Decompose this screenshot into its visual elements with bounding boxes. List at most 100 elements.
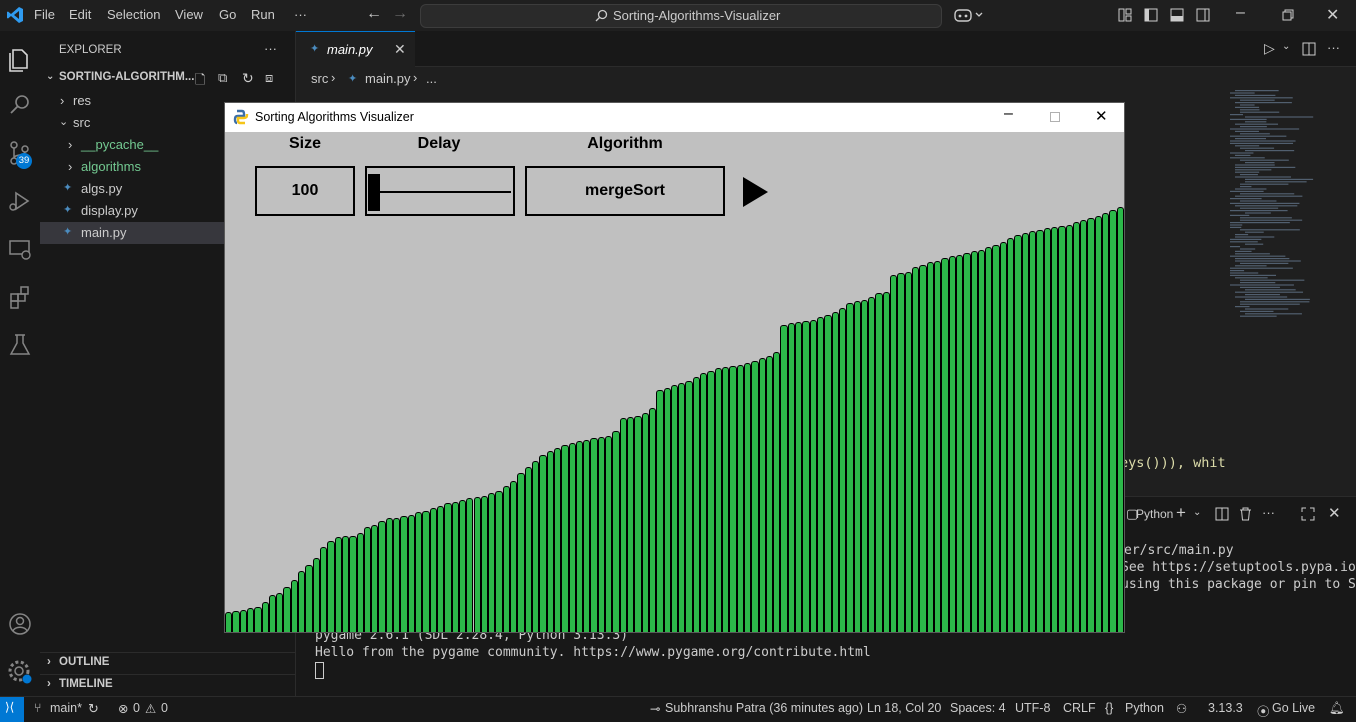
- warning-count[interactable]: 0: [161, 701, 168, 715]
- menu-go[interactable]: Go: [219, 7, 236, 22]
- end-of-line[interactable]: CRLF: [1063, 701, 1096, 715]
- run-file-icon[interactable]: ▷: [1264, 40, 1275, 57]
- activity-bar: 39: [0, 31, 41, 696]
- sort-bar: [831, 312, 839, 632]
- refresh-icon[interactable]: ↻: [242, 70, 254, 87]
- search-view-icon[interactable]: [4, 89, 36, 121]
- minimap-line: [1235, 188, 1267, 190]
- menu-run[interactable]: Run: [251, 7, 275, 22]
- remote-icon: ⟩⟨: [5, 700, 15, 714]
- minimap-line: [1230, 270, 1245, 272]
- sort-bar: [466, 498, 474, 632]
- pygame-title-bar: Sorting Algorithms Visualizer – ✕: [225, 103, 1124, 132]
- git-blame[interactable]: Subhranshu Patra (36 minutes ago): [665, 701, 863, 715]
- customize-layout-icon[interactable]: [1118, 8, 1132, 22]
- explorer-icon[interactable]: [4, 43, 36, 75]
- run-debug-icon[interactable]: [4, 185, 36, 217]
- outline-section[interactable]: › OUTLINE: [40, 652, 295, 675]
- copilot-icon[interactable]: [954, 7, 984, 23]
- sort-bar: [714, 368, 722, 632]
- language-mode[interactable]: Python: [1125, 701, 1164, 715]
- copilot-status-icon[interactable]: ⚇: [1176, 701, 1187, 716]
- minimap[interactable]: [1226, 88, 1350, 320]
- bell-icon[interactable]: 🔔︎: [1329, 701, 1345, 716]
- remote-indicator[interactable]: ⟩⟨: [0, 697, 24, 722]
- menu-selection[interactable]: Selection: [107, 7, 160, 22]
- account-icon[interactable]: [4, 608, 36, 640]
- split-terminal-icon[interactable]: [1215, 507, 1229, 521]
- breadcrumb-src[interactable]: src: [311, 71, 328, 86]
- editor-more-icon[interactable]: ···: [1327, 40, 1340, 55]
- sort-bar: [451, 502, 459, 632]
- vscode-logo-icon: [7, 7, 23, 23]
- new-terminal-icon[interactable]: +: [1176, 503, 1186, 523]
- manage-gear-icon[interactable]: [4, 656, 36, 688]
- branch-label[interactable]: main*: [50, 701, 82, 715]
- sort-bar: [415, 512, 423, 632]
- collapse-all-icon[interactable]: ⧈: [265, 70, 273, 86]
- menu-file[interactable]: File: [34, 7, 55, 22]
- remote-explorer-icon[interactable]: [4, 233, 36, 265]
- tab-main-py[interactable]: ✦ main.py ✕: [296, 31, 415, 67]
- explorer-more-icon[interactable]: ···: [264, 41, 277, 56]
- sort-bar: [261, 602, 269, 632]
- minimize-icon[interactable]: –: [1004, 105, 1013, 123]
- sort-bar: [1043, 228, 1051, 632]
- chevron-right-icon: ›: [60, 93, 65, 108]
- encoding[interactable]: UTF-8: [1015, 701, 1050, 715]
- terminal-line: er/src/main.py: [1124, 543, 1234, 558]
- terminal-line: See https://setuptools.pypa.io/: [1121, 560, 1356, 575]
- python-file-icon: ✦: [63, 182, 73, 194]
- cursor-position[interactable]: Ln 18, Col 20: [867, 701, 941, 715]
- extensions-icon[interactable]: [4, 281, 36, 313]
- panel-more-icon[interactable]: ···: [1262, 505, 1275, 520]
- sort-bar: [1058, 225, 1066, 632]
- title-bar: File Edit Selection View Go Run ··· ← → …: [0, 0, 1356, 32]
- minimap-line: [1230, 198, 1262, 200]
- command-center-search[interactable]: Sorting-Algorithms-Visualizer: [420, 4, 942, 28]
- timeline-section[interactable]: › TIMELINE: [40, 674, 295, 697]
- new-folder-icon[interactable]: ⧉: [218, 70, 227, 86]
- toggle-secondary-sidebar-icon[interactable]: [1196, 8, 1210, 22]
- minimap-line: [1230, 210, 1288, 212]
- breadcrumb-file[interactable]: main.py: [365, 71, 411, 86]
- split-editor-icon[interactable]: [1302, 42, 1316, 56]
- close-panel-icon[interactable]: ✕: [1328, 504, 1341, 522]
- go-live-button[interactable]: Go Live: [1272, 701, 1315, 715]
- testing-icon[interactable]: [4, 329, 36, 361]
- sort-bar: [612, 430, 620, 632]
- chevron-down-icon[interactable]: ⌄: [1193, 507, 1201, 518]
- sort-bar: [1116, 207, 1124, 632]
- chevron-down-icon[interactable]: ⌄: [1282, 41, 1290, 52]
- back-arrow-icon[interactable]: ←: [366, 5, 382, 23]
- workspace-root[interactable]: ⌄ SORTING-ALGORITHM... 🗋 ⧉ ↻ ⧈: [40, 68, 295, 90]
- restore-icon[interactable]: [1282, 9, 1294, 21]
- forward-arrow-icon[interactable]: →: [392, 5, 408, 23]
- close-window-icon[interactable]: ✕: [1326, 5, 1339, 25]
- toggle-sidebar-icon[interactable]: [1144, 8, 1158, 22]
- trash-icon[interactable]: [1239, 507, 1252, 521]
- menu-view[interactable]: View: [175, 7, 203, 22]
- terminal-profile-label[interactable]: Python: [1136, 507, 1173, 521]
- menu-edit[interactable]: Edit: [69, 7, 91, 22]
- minimap-line: [1230, 238, 1262, 240]
- indentation[interactable]: Spaces: 4: [950, 701, 1006, 715]
- toggle-panel-icon[interactable]: [1170, 8, 1184, 22]
- sort-bar: [254, 607, 262, 632]
- source-control-badge: 39: [16, 153, 32, 169]
- close-window-icon[interactable]: ✕: [1095, 107, 1108, 125]
- chevron-right-icon: ›: [331, 70, 336, 85]
- sync-icon[interactable]: ↻: [88, 701, 99, 717]
- menu-more[interactable]: ···: [294, 7, 307, 22]
- sort-bar: [568, 443, 576, 632]
- minimap-line: [1240, 104, 1255, 106]
- breadcrumb-more[interactable]: ...: [426, 71, 437, 86]
- minimize-icon[interactable]: –: [1236, 4, 1245, 22]
- python-version[interactable]: 3.13.3: [1208, 701, 1243, 715]
- maximize-panel-icon[interactable]: [1301, 507, 1315, 521]
- minimap-line: [1245, 231, 1264, 233]
- close-tab-icon[interactable]: ✕: [394, 41, 406, 58]
- maximize-icon[interactable]: [1050, 112, 1060, 122]
- error-count[interactable]: 0: [133, 701, 140, 715]
- tree-label: __pycache__: [81, 137, 159, 152]
